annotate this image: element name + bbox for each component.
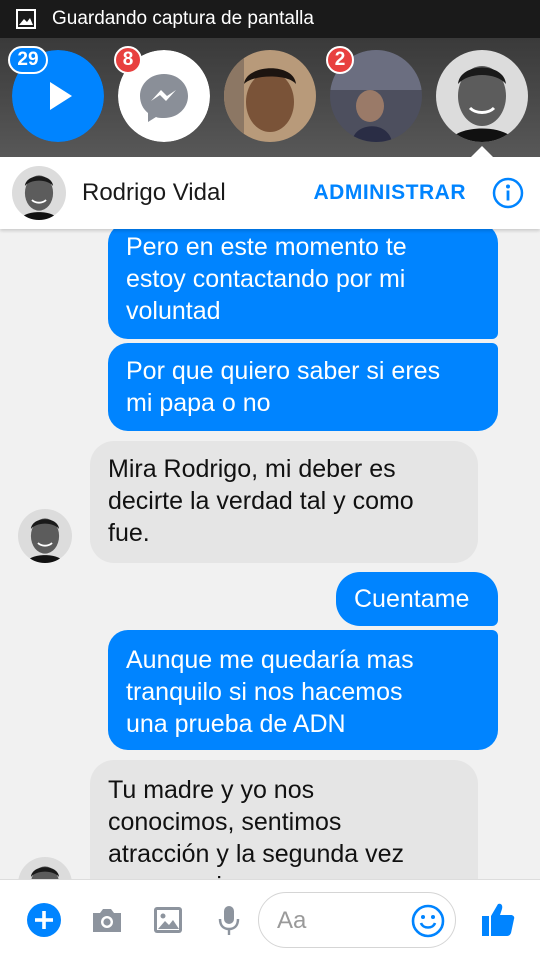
message-bubble-outgoing[interactable]: Aunque me quedaría mas tranquilo si nos … (108, 630, 498, 750)
status-text: Guardando captura de pantalla (52, 8, 314, 29)
chat-head-messenger[interactable]: 8 (114, 46, 210, 142)
message-input-placeholder: Aa (277, 907, 307, 934)
contact-photo (224, 50, 316, 142)
message-bubble-outgoing[interactable]: Cuentame (336, 572, 498, 626)
message-line: mi papa o no (126, 389, 271, 417)
message-input[interactable]: Aa (258, 892, 456, 948)
message-line: Tu madre y yo nos (108, 776, 315, 804)
message-line: estoy contactando por mi (126, 265, 406, 293)
message-line: decirte la verdad tal y como (108, 487, 414, 515)
contact-name[interactable]: Rodrigo Vidal (82, 179, 314, 207)
message-line: Cuentame (354, 585, 470, 613)
chat-head-contact-1[interactable] (224, 50, 316, 142)
info-icon[interactable] (492, 177, 524, 209)
message-line: atracción y la segunda vez (108, 840, 405, 868)
message-line: tranquilo si nos hacemos (126, 678, 403, 706)
chat-heads-bar: 29 8 2 (0, 38, 540, 158)
message-line: conocimos, sentimos (108, 808, 342, 836)
composer-bar: Aa (0, 879, 540, 960)
message-line: fue. (108, 519, 150, 547)
message-line: Mira Rodrigo, mi deber es (108, 455, 396, 483)
message-bubble-incoming[interactable]: Tu madre y yo nos conocimos, sentimos at… (90, 760, 478, 879)
message-line: Aunque me quedaría mas (126, 646, 414, 674)
message-bubble-outgoing[interactable]: Pero en este momento te estoy contactand… (108, 229, 498, 339)
chat-head-active[interactable] (436, 50, 528, 142)
message-line: Por que quiero saber si eres (126, 357, 441, 385)
add-icon[interactable] (26, 902, 62, 938)
chat-head-play[interactable]: 29 (8, 46, 104, 142)
unread-badge: 8 (114, 46, 142, 74)
gallery-icon (16, 9, 36, 29)
message-list[interactable]: Pero en este momento te estoy contactand… (0, 229, 540, 879)
contact-photo (436, 50, 528, 142)
contact-photo (18, 509, 72, 563)
contact-photo (12, 166, 66, 220)
unread-badge: 29 (8, 46, 48, 74)
message-bubble-outgoing[interactable]: Por que quiero saber si eres mi papa o n… (108, 343, 498, 431)
image-icon[interactable] (150, 902, 186, 938)
emoji-icon[interactable] (411, 904, 445, 938)
message-line: que nos vimos... (108, 870, 460, 879)
camera-icon[interactable] (89, 902, 125, 938)
thumbs-up-icon[interactable] (480, 900, 516, 938)
message-bubble-incoming[interactable]: Mira Rodrigo, mi deber es decirte la ver… (90, 441, 478, 563)
manage-button[interactable]: ADMINISTRAR (314, 181, 467, 205)
message-line: una prueba de ADN (126, 710, 346, 738)
message-line: Pero en este momento te (126, 233, 407, 261)
microphone-icon[interactable] (211, 902, 247, 938)
avatar[interactable] (18, 509, 72, 563)
conversation-header: Rodrigo Vidal ADMINISTRAR (0, 157, 540, 229)
avatar[interactable] (12, 166, 66, 220)
message-line: voluntad (126, 297, 221, 325)
status-bar: Guardando captura de pantalla (0, 0, 540, 38)
contact-photo (18, 857, 72, 879)
unread-badge: 2 (326, 46, 354, 74)
chat-head-contact-2[interactable]: 2 (326, 46, 422, 142)
avatar[interactable] (18, 857, 72, 879)
